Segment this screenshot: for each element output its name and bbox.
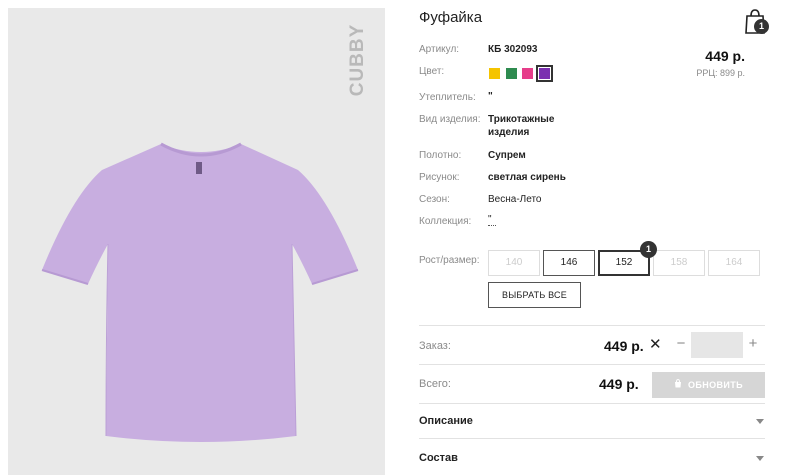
minus-icon[interactable]: −	[674, 336, 688, 352]
remove-icon[interactable]: ✕	[649, 337, 662, 352]
cart-icon	[674, 372, 682, 398]
divider	[419, 438, 765, 439]
color-swatch-purple[interactable]	[536, 65, 553, 82]
divider	[419, 403, 765, 404]
size-164-button[interactable]: 164	[708, 250, 760, 276]
insulation-value: "	[488, 91, 493, 102]
size-158-button[interactable]: 158	[653, 250, 705, 276]
season-value: Весна-Лето	[488, 194, 542, 205]
type-value: Трикотажные изделия	[488, 114, 555, 138]
cart-count-badge: 1	[754, 19, 769, 34]
collection-value[interactable]: "	[488, 214, 496, 226]
brand-logo: CUBBY	[343, 20, 373, 100]
article-value: КБ 302093	[488, 44, 538, 55]
update-button[interactable]: ОБНОВИТЬ	[652, 372, 765, 398]
fabric-value: Супрем	[488, 150, 526, 161]
order-price: 449 р.	[604, 338, 644, 354]
composition-accordion[interactable]: Состав	[419, 452, 458, 464]
insulation-label: Утеплитель:	[419, 92, 476, 103]
chevron-down-icon[interactable]	[756, 456, 764, 462]
quantity-input[interactable]	[691, 332, 743, 358]
update-button-label: ОБНОВИТЬ	[687, 380, 744, 390]
select-all-button[interactable]: ВЫБРАТЬ ВСЕ	[488, 282, 581, 308]
color-swatch-pink[interactable]	[522, 68, 533, 79]
size-146-button[interactable]: 146	[543, 250, 595, 276]
chevron-down-icon[interactable]	[756, 419, 764, 425]
price: 449 р.	[705, 48, 745, 64]
size-count-badge: 1	[640, 241, 657, 258]
svg-text:CUBBY: CUBBY	[347, 24, 368, 97]
size-140-button[interactable]: 140	[488, 250, 540, 276]
color-label: Цвет:	[419, 66, 445, 77]
total-label: Всего:	[419, 378, 451, 390]
plus-icon[interactable]: +	[746, 336, 760, 352]
size-label: Рост/размер:	[419, 255, 480, 266]
rrp-price: РРЦ: 899 р.	[696, 68, 745, 78]
season-label: Сезон:	[419, 194, 450, 205]
fabric-label: Полотно:	[419, 150, 462, 161]
tshirt-image	[41, 142, 359, 442]
color-swatch-green[interactable]	[506, 68, 517, 79]
pattern-label: Рисунок:	[419, 172, 460, 183]
type-label: Вид изделия:	[419, 114, 481, 125]
product-photo[interactable]: CUBBY	[8, 8, 385, 475]
collection-label: Коллекция:	[419, 216, 472, 227]
description-accordion[interactable]: Описание	[419, 415, 473, 427]
article-label: Артикул:	[419, 44, 460, 55]
color-swatch-yellow[interactable]	[489, 68, 500, 79]
product-title: Фуфайка	[419, 9, 483, 26]
order-label: Заказ:	[419, 340, 451, 352]
pattern-value: светлая сирень	[488, 172, 566, 183]
divider	[419, 364, 765, 365]
total-price: 449 р.	[599, 376, 639, 392]
divider	[419, 325, 765, 326]
